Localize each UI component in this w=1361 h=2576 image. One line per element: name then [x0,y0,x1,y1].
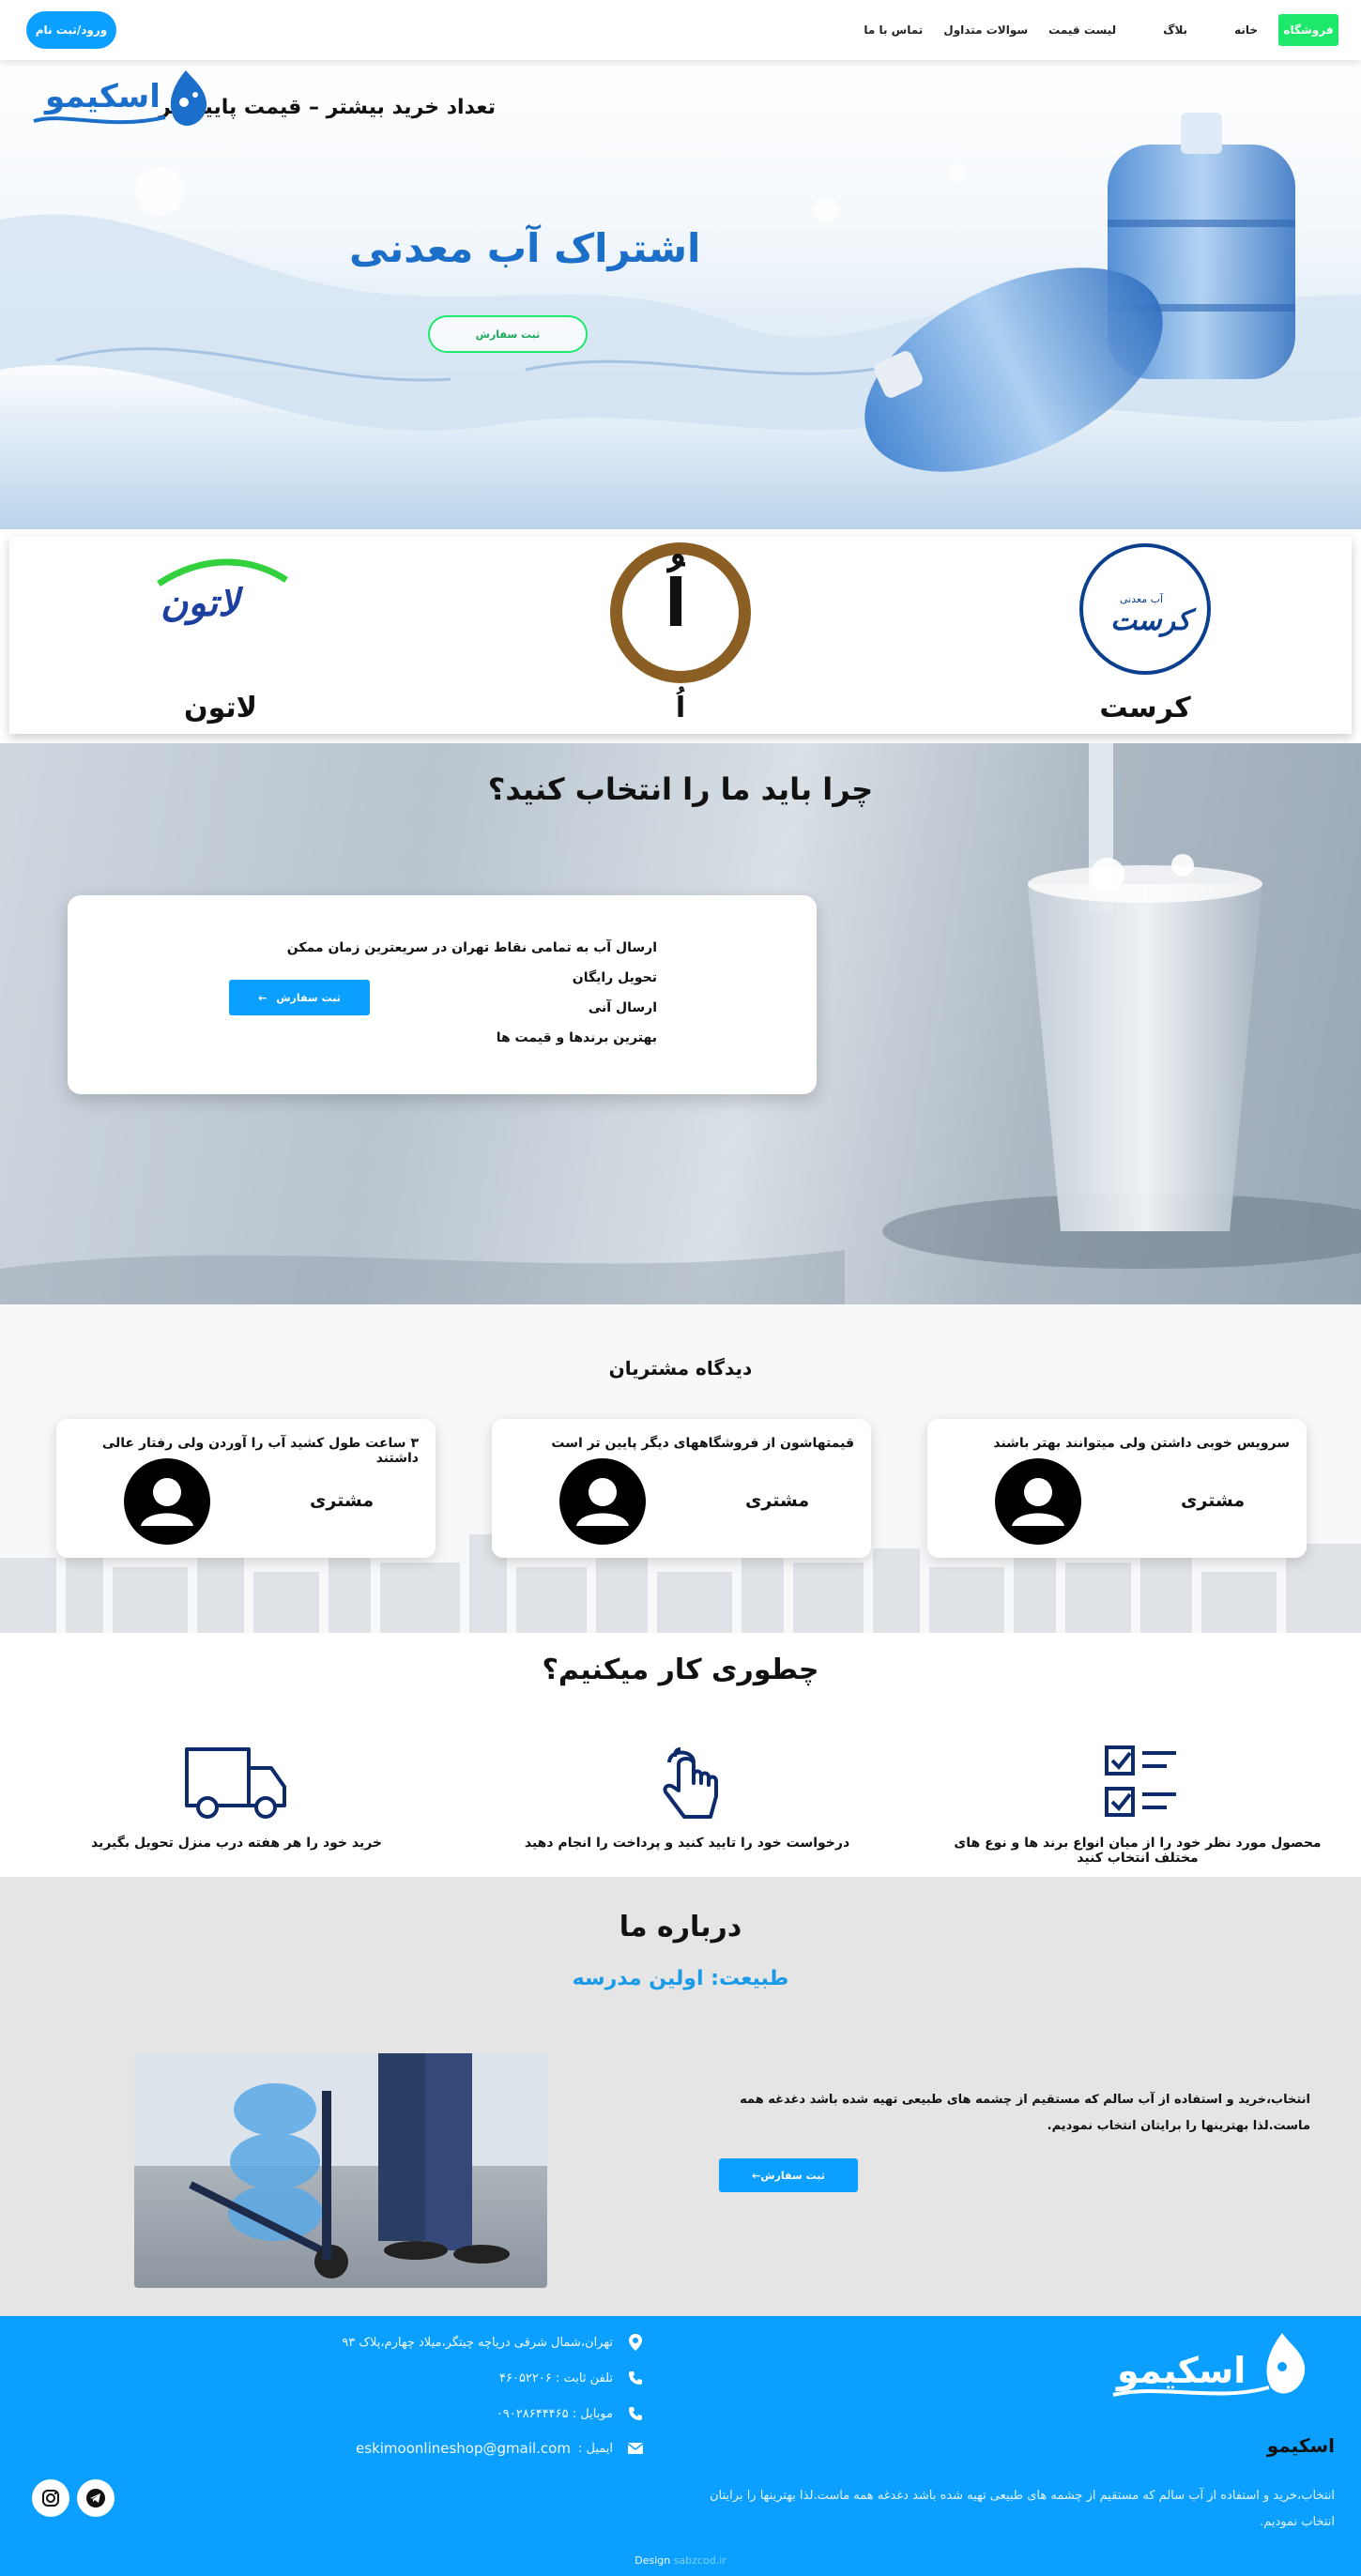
o-logo: اُ [608,541,753,689]
step-text: خرید خود را هر هفته درب منزل تحویل بگیری… [90,1836,383,1851]
top-navbar: فروشگاه خانه بلاگ لیست قیمت سوالات متداو… [0,0,1361,60]
order-button-label: ثبت سفارش [276,991,341,1004]
site-footer: اسکیمو اسکیمو انتخاب،خرید و استفاده از آ… [0,2316,1361,2576]
crest-logo-text: کرست [1110,604,1191,637]
user-avatar-icon [141,1478,193,1526]
footer-brand-name: اسکیمو [1266,2434,1335,2457]
testimonial-author: مشتری [310,1490,375,1511]
phone-icon [628,2406,643,2421]
why-title: چرا باید ما را انتخاب کنید؟ [487,771,874,807]
envelope-icon [628,2441,643,2456]
shop-button[interactable]: فروشگاه [1278,14,1338,46]
why-card: ارسال آب به تمامی نقاط تهران در سریعترین… [68,895,817,1094]
arrow-left-icon: ← [258,991,268,1004]
footer-email: ایمیل : eskimoonlineshop@gmail.com [356,2440,643,2457]
about-text: انتخاب،خرید و استفاده از آب سالم که مستق… [740,2093,1310,2133]
crest-logo: آب معدنی کرست [1077,541,1214,681]
why-item: ارسال آب به تمامی نقاط تهران در سریعترین… [286,940,657,955]
address-text: تهران،شمال شرقی دریاچه چیتگر،میلاد چهارم… [342,2335,613,2350]
checklist-icon [1105,1745,1176,1817]
brands-strip: آب معدنی کرست کرست اُ اُ لاتون لاتون [9,537,1352,734]
instagram-icon [42,2490,59,2507]
testimonial-quote: قیمتهاشون از فروشگاههای دیگر پایین تر اس… [551,1436,854,1451]
testimonial-card: ۳ ساعت طول کشید آب را آوردن ولی رفتار عا… [56,1419,436,1558]
delivery-truck-icon [185,1747,286,1819]
avatar [995,1458,1081,1545]
design-credit: Design sabzcod.ir [0,2554,1361,2567]
hero-order-button[interactable]: ثبت سفارش [428,315,588,353]
testimonial-quote: سرویس خوبی داشتن ولی میتوانند بهتر باشند [993,1436,1290,1451]
laton-logo-text: لاتون [161,582,239,625]
hero-banner: تعداد خرید بیشتر – قیمت پایین تر اسکیمو … [0,60,1361,529]
brand-card-laton[interactable]: لاتون لاتون [89,537,352,734]
location-pin-icon [628,2334,643,2351]
laton-logo: لاتون [145,556,296,659]
o-logo-text: اُ [665,565,687,642]
footer-address: تهران،شمال شرقی دریاچه چیتگر،میلاد چهارم… [342,2334,643,2351]
testimonials-title: دیدگاه مشتریان [608,1357,753,1379]
footer-logo-text: اسکیمو [1117,2350,1246,2391]
testimonial-author: مشتری [745,1490,810,1511]
brand-card-o[interactable]: اُ اُ [549,537,812,734]
instagram-button[interactable] [32,2479,69,2517]
why-item: بهترین برندها و قیمت ها [496,1030,657,1045]
credit-prefix: Design [635,2554,671,2567]
step-text: محصول مورد نظر خود را از میان انواع برند… [954,1836,1322,1866]
why-order-button[interactable]: ثبت سفارش ← [229,980,370,1015]
logo-text: اسکیمو [45,78,161,115]
user-avatar-icon [1012,1478,1064,1526]
step-text: درخواست خود را تایید کنید و پرداخت را ان… [524,1836,850,1851]
email-label: ایمیل : [577,2441,613,2456]
email-text[interactable]: eskimoonlineshop@gmail.com [356,2440,571,2457]
nav-item-contact[interactable]: تماس با ما [864,23,923,37]
telegram-button[interactable] [77,2479,115,2517]
mobile-text[interactable]: موبایل : ۰۹۰۲۸۶۴۴۴۶۵ [497,2407,613,2421]
step-confirm-pay: درخواست خود را تایید کنید و پرداخت را ان… [481,1744,894,1875]
water-delivery-photo-illustration [134,2053,547,2288]
about-subtitle: طبیعت: اولین مدرسه [572,1967,789,1990]
nav-item-home[interactable]: خانه [1234,23,1258,37]
footer-phone: تلفن ثابت : ۴۶۰۵۲۲۰۶ [499,2370,643,2385]
testimonial-quote: ۳ ساعت طول کشید آب را آوردن ولی رفتار عا… [101,1436,419,1466]
phone-icon [628,2370,643,2385]
step-delivery: خرید خود را هر هفته درب منزل تحویل بگیری… [30,1744,443,1875]
footer-description: انتخاب،خرید و استفاده از آب سالم که مستق… [710,2489,1335,2529]
brand-name-o: اُ [675,692,686,724]
credit-link[interactable]: sabzcod.ir [674,2554,726,2567]
hero-title: اشتراک آب معدنی [349,225,701,271]
avatar [559,1458,646,1545]
about-order-button[interactable]: ثبت سفارش← [719,2158,858,2192]
phone-text[interactable]: تلفن ثابت : ۴۶۰۵۲۲۰۶ [499,2371,613,2385]
nav-item-price-list[interactable]: لیست قیمت [1048,23,1116,37]
avatar [124,1458,210,1545]
about-title: درباره ما [619,1911,742,1943]
why-item: تحویل رایگان [572,970,657,985]
testimonial-card: قیمتهاشون از فروشگاههای دیگر پایین تر اس… [492,1419,871,1558]
nav-item-blog[interactable]: بلاگ [1163,23,1187,37]
how-title: چطوری کار میکنیم؟ [542,1654,819,1686]
main-menu: خانه بلاگ لیست قیمت سوالات متداول تماس ب… [843,0,1258,60]
about-section: درباره ما طبیعت: اولین مدرسه انتخاب،خرید… [0,1877,1361,2316]
brand-name-laton: لاتون [183,692,258,724]
why-choose-us-section: چرا باید ما را انتخاب کنید؟ ارسال آب به … [0,743,1361,1304]
footer-logo[interactable]: اسکیمو [1104,2325,1310,2419]
telegram-icon [86,2489,105,2507]
testimonial-author: مشتری [1181,1490,1246,1511]
testimonials-section: دیدگاه مشتریان سرویس خوبی داشتن ولی میتو… [0,1304,1361,1633]
brand-name-crest: کرست [1099,692,1191,724]
nav-item-faq[interactable]: سوالات متداول [943,23,1028,37]
why-item: ارسال آنی [588,1000,657,1015]
tap-hand-icon [663,1747,718,1819]
step-choose: محصول مورد نظر خود را از میان انواع برند… [931,1744,1344,1875]
user-avatar-icon [576,1478,629,1526]
delivery-photo [134,2053,547,2288]
how-we-work-section: چطوری کار میکنیم؟ محصول مورد نظر خود را … [0,1633,1361,1877]
brand-card-crest[interactable]: آب معدنی کرست کرست [1014,537,1277,734]
footer-mobile: موبایل : ۰۹۰۲۸۶۴۴۴۶۵ [497,2406,643,2421]
login-register-button[interactable]: ورود/ثبت نام [26,11,116,49]
site-logo[interactable]: اسکیمو [24,65,212,149]
testimonial-card: سرویس خوبی داشتن ولی میتوانند بهتر باشند… [927,1419,1307,1558]
